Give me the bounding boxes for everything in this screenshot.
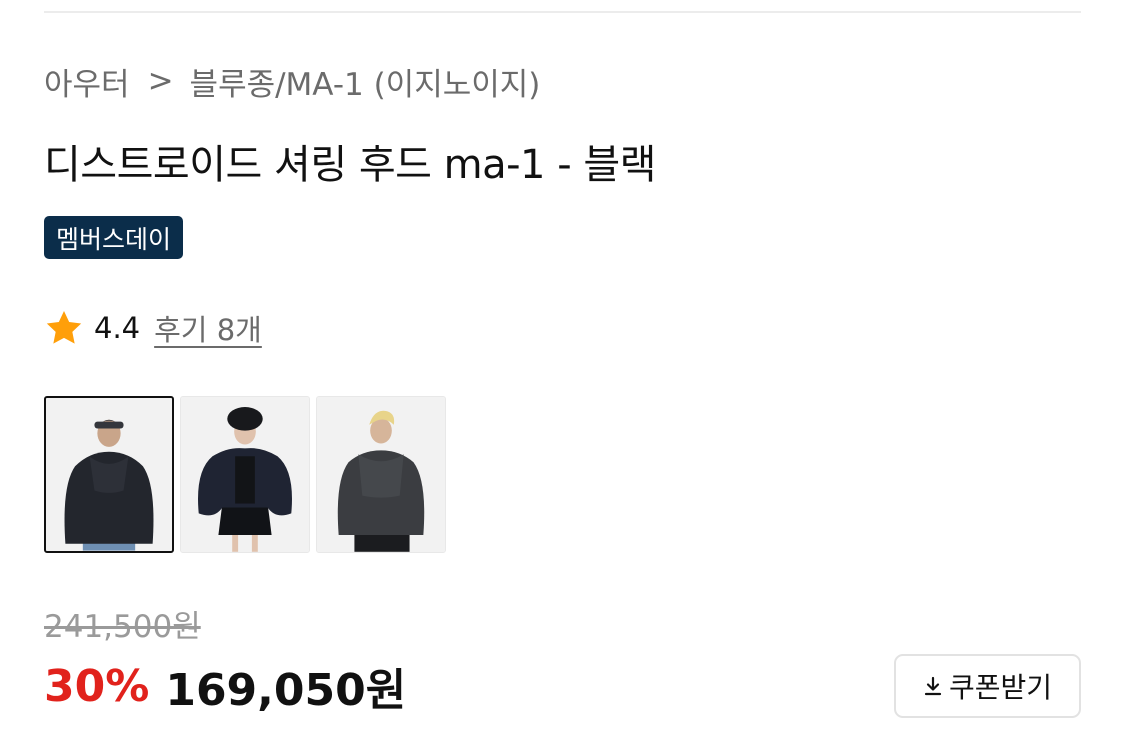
membersday-badge: 멤버스데이 xyxy=(44,216,184,259)
thumbnail-1[interactable] xyxy=(44,396,174,553)
model-photo-2 xyxy=(181,397,309,552)
coupon-label: 쿠폰받기 xyxy=(948,671,1053,704)
thumbnail-3[interactable] xyxy=(316,396,446,553)
coupon-download-button[interactable]: 쿠폰받기 xyxy=(894,654,1081,718)
thumbnail-gallery xyxy=(44,396,446,553)
discount-rate: 30% xyxy=(44,660,150,712)
rating-score: 4.4 xyxy=(94,311,141,345)
original-price: 241,500원 xyxy=(44,609,201,645)
sale-price: 169,050원 xyxy=(165,665,407,716)
rating-row: 4.4 후기 8개 xyxy=(44,306,262,350)
download-icon xyxy=(924,676,942,696)
product-title: 디스트로이드 셔링 후드 ma-1 - 블랙 xyxy=(44,142,656,188)
top-divider xyxy=(44,11,1081,13)
model-photo-3 xyxy=(317,397,445,552)
thumbnail-2[interactable] xyxy=(180,396,310,553)
reviews-link[interactable]: 후기 8개 xyxy=(154,307,262,349)
breadcrumb-subcategory[interactable]: 블루종/MA-1 (이지노이지) xyxy=(190,59,541,104)
price-row: 30% 169,050원 xyxy=(44,654,406,718)
model-photo-1 xyxy=(46,398,172,551)
breadcrumb: 아우터 > 블루종/MA-1 (이지노이지) xyxy=(44,58,540,104)
breadcrumb-category[interactable]: 아우터 xyxy=(44,59,130,104)
star-icon xyxy=(46,311,82,344)
chevron-right-icon: > xyxy=(147,63,174,99)
